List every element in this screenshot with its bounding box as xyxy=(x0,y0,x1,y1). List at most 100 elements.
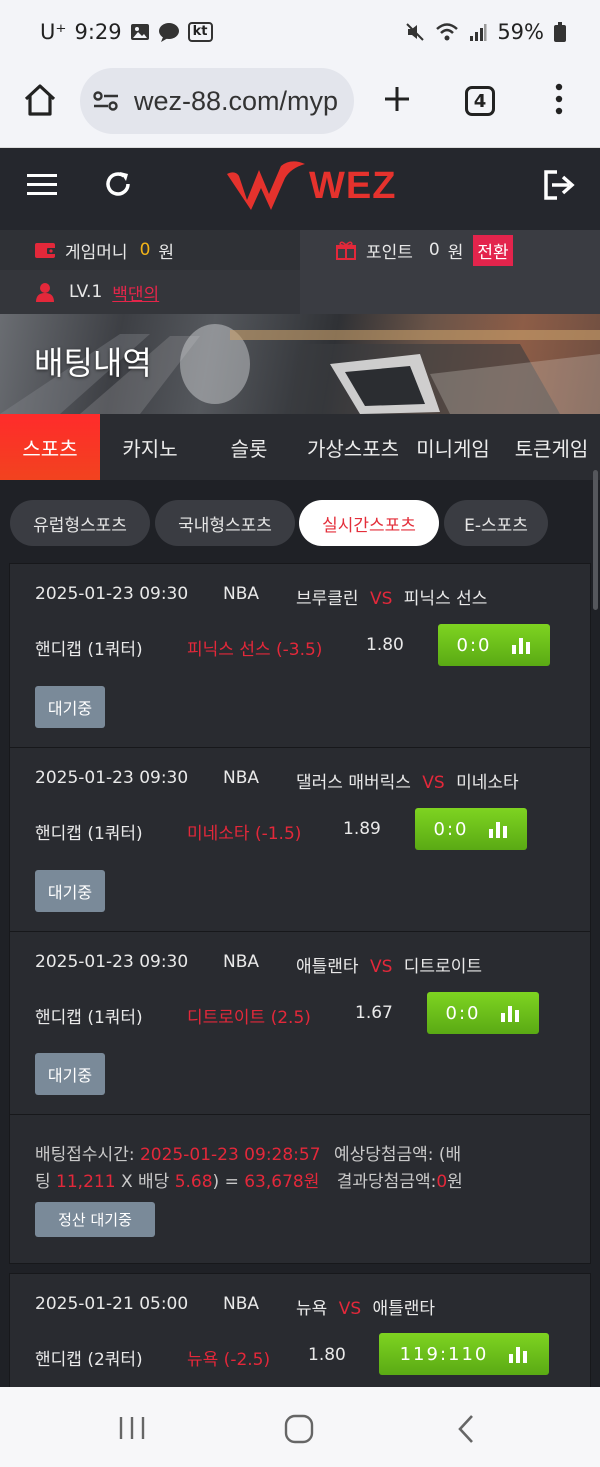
equals-label: ) = xyxy=(212,1172,239,1192)
tab-slot[interactable]: 슬롯 xyxy=(200,414,298,480)
vs-label: VS xyxy=(369,589,393,609)
point-label: 포인트 xyxy=(366,242,413,263)
settle-waiting-button[interactable]: 정산 대기중 xyxy=(35,1202,155,1237)
game-money-unit: 원 xyxy=(158,242,175,263)
tab-sports[interactable]: 스포츠 xyxy=(0,414,100,480)
logo-mark-icon xyxy=(227,161,305,210)
tab-casino[interactable]: 카지노 xyxy=(100,414,200,480)
new-tab-icon[interactable] xyxy=(382,84,412,114)
logo[interactable]: WEZ xyxy=(225,160,396,212)
bet-item: 2025-01-23 09:30 NBA 브루클린 VS 피닉스 선스 핸디캡 … xyxy=(10,564,590,748)
category-tabs: 스포츠 카지노 슬롯 가상스포츠 미니게임 토큰게임 xyxy=(0,414,600,480)
bet-market: 핸디캡 (2쿼터) xyxy=(35,1350,143,1370)
total-odds: 5.68 xyxy=(174,1172,213,1192)
status-waiting-button[interactable]: 대기중 xyxy=(35,686,105,728)
address-bar[interactable]: wez-88.com/myp xyxy=(80,68,354,134)
subtab-domestic-sports[interactable]: 국내형스포츠 xyxy=(155,500,295,546)
bet-matchup: 브루클린 VS 피닉스 선스 xyxy=(296,584,487,609)
subtab-live-sports[interactable]: 실시간스포츠 xyxy=(299,500,439,546)
stats-bar-icon xyxy=(489,822,508,838)
page-title: 배팅내역 xyxy=(34,344,152,382)
bet-time-label: 배팅접수시간: xyxy=(35,1145,135,1165)
bet-datetime: 2025-01-23 09:30 xyxy=(35,952,189,972)
nickname-link[interactable]: 백댄의 xyxy=(112,280,159,305)
bet-odds: 1.89 xyxy=(343,819,381,839)
logout-icon[interactable] xyxy=(543,170,575,200)
subtab-european-sports[interactable]: 유럽형스포츠 xyxy=(10,500,150,546)
stats-bar-icon xyxy=(509,1347,528,1363)
stats-bar-icon xyxy=(501,1006,520,1022)
bet-item: 2025-01-23 09:30 NBA 애틀랜타 VS 디트로이트 핸디캡 (… xyxy=(10,932,590,1115)
home-team: 애틀랜타 xyxy=(296,957,359,977)
tab-switcher-button[interactable]: 4 xyxy=(465,86,495,116)
tab-token-game[interactable]: 토큰게임 xyxy=(503,414,600,480)
bet-odds: 1.67 xyxy=(355,1003,393,1023)
page-banner: 배팅내역 xyxy=(0,314,600,414)
away-team: 애틀랜타 xyxy=(372,1299,436,1319)
scrollbar[interactable] xyxy=(593,470,598,610)
bet-market: 핸디캡 (1쿼터) xyxy=(35,1008,143,1028)
url-text: wez-88.com/myp xyxy=(134,85,339,116)
bet-pick: 뉴욕 (-2.5) xyxy=(187,1350,271,1370)
bet-league: NBA xyxy=(223,952,260,972)
home-team: 뉴욕 xyxy=(296,1299,328,1319)
home-nav-icon[interactable] xyxy=(284,1414,314,1444)
tab-minigame[interactable]: 미니게임 xyxy=(408,414,498,480)
game-money-row: 게임머니 0 원 xyxy=(35,230,174,270)
more-menu-icon[interactable] xyxy=(552,82,566,116)
hamburger-menu-icon[interactable] xyxy=(27,172,57,198)
expected-payout-label: 예상당첨금액: (배 xyxy=(333,1145,462,1165)
time-label: 9:29 xyxy=(74,20,122,44)
mute-icon xyxy=(406,23,425,41)
score-value: 0:0 xyxy=(445,1002,481,1024)
refresh-icon[interactable] xyxy=(102,168,134,200)
bet-matchup: 뉴욕 VS 애틀랜타 xyxy=(296,1294,435,1319)
bet-datetime: 2025-01-23 09:30 xyxy=(35,768,189,788)
subtab-esports[interactable]: E-스포츠 xyxy=(444,500,548,546)
away-team: 피닉스 선스 xyxy=(403,589,488,609)
recent-apps-icon[interactable] xyxy=(118,1415,146,1441)
vs-label: VS xyxy=(369,957,393,977)
away-team: 미네소타 xyxy=(456,773,519,793)
game-money-value: 0 xyxy=(139,240,151,260)
user-icon xyxy=(36,283,54,302)
home-team: 브루클린 xyxy=(296,589,359,609)
away-team: 디트로이트 xyxy=(403,957,482,977)
odds-label: X 배당 xyxy=(120,1172,170,1192)
score-value: 0:0 xyxy=(456,634,492,656)
expected-payout-value: 63,678원 xyxy=(244,1172,320,1192)
bet-pick: 피닉스 선스 (-3.5) xyxy=(187,640,323,660)
bet-pick: 디트로이트 (2.5) xyxy=(187,1008,311,1028)
wifi-icon xyxy=(436,23,459,41)
site-settings-icon[interactable] xyxy=(92,89,120,113)
bet-prefix: 팅 xyxy=(35,1172,51,1192)
tab-virtual-sports[interactable]: 가상스포츠 xyxy=(298,414,408,480)
score-value: 0:0 xyxy=(433,818,469,840)
bet-league: NBA xyxy=(223,584,260,604)
vs-label: VS xyxy=(422,773,445,793)
bet-league: NBA xyxy=(223,768,260,788)
score-button[interactable]: 0:0 xyxy=(438,624,550,666)
status-waiting-button[interactable]: 대기중 xyxy=(35,1053,105,1095)
bet-datetime: 2025-01-23 09:30 xyxy=(35,584,189,604)
score-button[interactable]: 0:0 xyxy=(415,808,527,850)
score-button[interactable]: 119:110 xyxy=(379,1333,549,1375)
bet-odds: 1.80 xyxy=(308,1345,346,1365)
level-row: LV.1 백댄의 xyxy=(35,272,159,312)
bet-summary: 배팅접수시간: 2025-01-23 09:28:57 예상당첨금액: (배 팅… xyxy=(35,1142,505,1196)
convert-button[interactable]: 전환 xyxy=(473,234,513,266)
battery-icon xyxy=(554,22,566,42)
back-nav-icon[interactable] xyxy=(456,1414,476,1444)
vs-label: VS xyxy=(338,1299,362,1319)
status-waiting-button[interactable]: 대기중 xyxy=(35,870,105,912)
bet-market: 핸디캡 (1쿼터) xyxy=(35,640,143,660)
logo-text: WEZ xyxy=(309,164,397,207)
status-bar: U⁺ 9:29 kt 59% xyxy=(0,0,600,64)
point-value: 0 xyxy=(428,240,440,260)
bet-datetime: 2025-01-21 05:00 xyxy=(35,1294,189,1314)
stats-bar-icon xyxy=(512,638,531,654)
bet-item: 2025-01-23 09:30 NBA 댈러스 매버릭스 VS 미네소타 핸디… xyxy=(10,748,590,932)
score-button[interactable]: 0:0 xyxy=(427,992,539,1034)
kt-icon: kt xyxy=(187,22,213,42)
home-icon[interactable] xyxy=(22,83,58,117)
